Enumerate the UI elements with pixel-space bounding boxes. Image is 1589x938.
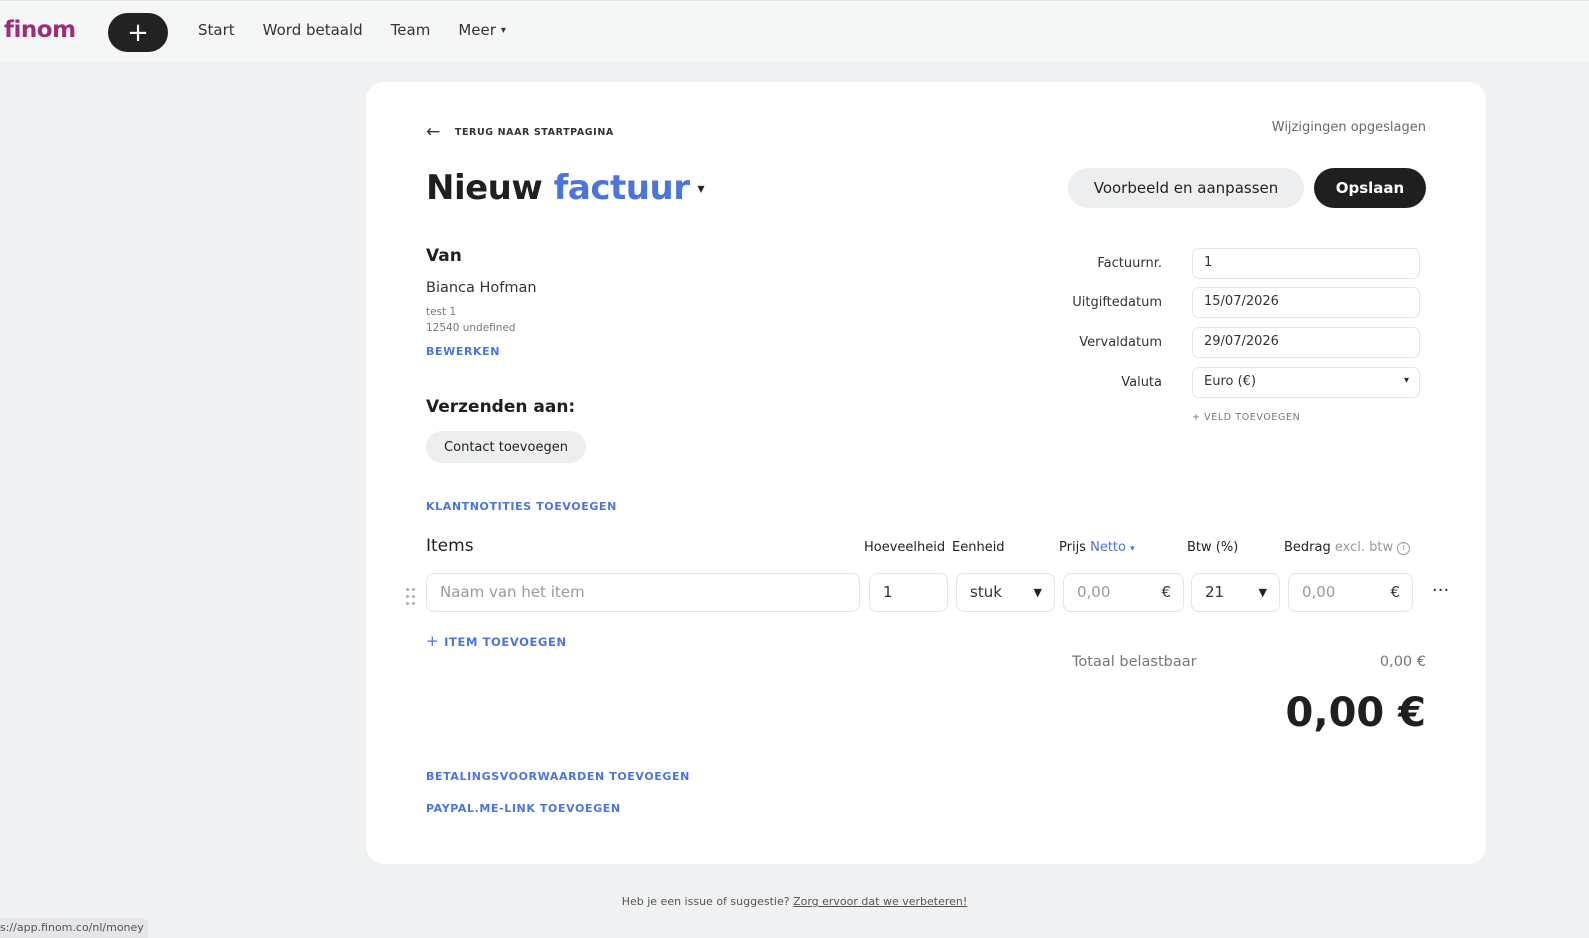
currency-value: Euro (€) bbox=[1204, 374, 1257, 389]
saved-status: Wijzigingen opgeslagen bbox=[1271, 120, 1426, 135]
nav-item-start[interactable]: Start bbox=[198, 21, 235, 39]
save-button[interactable]: Opslaan bbox=[1314, 168, 1426, 208]
taxable-total-label: Totaal belastbaar bbox=[1072, 654, 1197, 670]
nav-item-word-betaald[interactable]: Word betaald bbox=[263, 21, 363, 39]
quantity-column-header: Hoeveelheid bbox=[864, 540, 946, 555]
drag-handle-icon[interactable] bbox=[406, 588, 418, 608]
main-nav: Start Word betaald Team Meer ▾ bbox=[198, 21, 506, 39]
preview-edit-button[interactable]: Voorbeeld en aanpassen bbox=[1068, 168, 1304, 208]
currency-symbol: € bbox=[1161, 583, 1171, 601]
item-unit-select[interactable]: stuk ▼ bbox=[956, 573, 1055, 612]
amount-column-header: Bedrag excl. btw i bbox=[1284, 540, 1411, 555]
issue-date-input[interactable]: 15/07/2026 bbox=[1192, 287, 1420, 318]
arrow-left-icon: ← bbox=[426, 122, 441, 142]
item-quantity-input[interactable]: 1 bbox=[869, 573, 948, 612]
sender-address-line2: 12540 undefined bbox=[426, 322, 516, 334]
grand-total: 0,00 € bbox=[1285, 690, 1426, 736]
price-mode-label: Netto bbox=[1090, 540, 1126, 555]
feedback-footer: Heb je een issue of suggestie? Zorg ervo… bbox=[0, 895, 1589, 908]
create-new-button[interactable]: + bbox=[108, 13, 168, 52]
unit-column-header: Eenheid bbox=[952, 540, 1005, 555]
currency-label: Valuta bbox=[1121, 375, 1162, 390]
invoice-number-input[interactable]: 1 bbox=[1192, 248, 1420, 279]
chevron-down-icon[interactable]: ▾ bbox=[697, 181, 704, 197]
plus-icon: + bbox=[127, 17, 149, 48]
nav-item-meer-label: Meer bbox=[458, 21, 496, 39]
add-field-link[interactable]: + VELD TOEVOEGEN bbox=[1192, 412, 1300, 423]
finom-logo[interactable]: finom bbox=[4, 17, 76, 43]
chevron-down-icon: ▼ bbox=[1258, 586, 1267, 599]
price-mode-selector[interactable]: Netto ▾ bbox=[1090, 540, 1135, 555]
add-item-label: ITEM TOEVOEGEN bbox=[444, 635, 567, 649]
issue-date-label: Uitgiftedatum bbox=[1072, 295, 1162, 310]
due-date-label: Vervaldatum bbox=[1079, 335, 1162, 350]
items-heading: Items bbox=[426, 536, 474, 556]
amount-column-note: excl. btw bbox=[1334, 540, 1394, 555]
from-heading: Van bbox=[426, 246, 462, 266]
taxable-total-value: 0,00 € bbox=[1379, 654, 1426, 670]
info-icon[interactable]: i bbox=[1397, 542, 1411, 555]
chevron-down-icon: ▾ bbox=[1130, 544, 1135, 554]
add-payment-terms-link[interactable]: BETALINGSVOORWAARDEN TOEVOEGEN bbox=[426, 770, 690, 783]
nav-item-meer[interactable]: Meer ▾ bbox=[458, 21, 506, 39]
price-column-label: Prijs bbox=[1059, 540, 1086, 555]
document-type-selector[interactable]: factuur bbox=[554, 168, 690, 208]
sender-name: Bianca Hofman bbox=[426, 280, 537, 296]
sender-address-line1: test 1 bbox=[426, 306, 457, 318]
chevron-down-icon: ▼ bbox=[1033, 586, 1042, 599]
chevron-down-icon: ▾ bbox=[1403, 375, 1409, 386]
due-date-input[interactable]: 29/07/2026 bbox=[1192, 327, 1420, 358]
add-customer-notes-link[interactable]: KLANTNOTITIES TOEVOEGEN bbox=[426, 500, 617, 513]
amount-column-label: Bedrag bbox=[1284, 540, 1331, 555]
price-column-header: Prijs Netto ▾ bbox=[1059, 540, 1135, 555]
title-prefix: Nieuw bbox=[426, 168, 543, 208]
item-amount-field: 0,00 € bbox=[1288, 573, 1413, 612]
item-price-placeholder: 0,00 bbox=[1077, 583, 1111, 601]
invoice-card: ← TERUG NAAR STARTPAGINA Wijzigingen opg… bbox=[366, 82, 1486, 864]
invoice-number-label: Factuurnr. bbox=[1097, 256, 1162, 271]
item-unit-value: stuk bbox=[970, 583, 1002, 601]
item-price-input[interactable]: 0,00 € bbox=[1063, 573, 1184, 612]
add-paypal-link[interactable]: PAYPAL.ME-LINK TOEVOEGEN bbox=[426, 802, 621, 815]
item-vat-select[interactable]: 21 ▼ bbox=[1191, 573, 1280, 612]
feedback-text: Heb je een issue of suggestie? bbox=[621, 895, 790, 908]
edit-sender-link[interactable]: BEWERKEN bbox=[426, 345, 500, 358]
vat-column-header: Btw (%) bbox=[1187, 540, 1239, 555]
add-item-button[interactable]: + ITEM TOEVOEGEN bbox=[426, 632, 567, 650]
nav-item-team[interactable]: Team bbox=[391, 21, 431, 39]
feedback-link[interactable]: Zorg ervoor dat we verbeteren! bbox=[793, 895, 967, 908]
item-amount-placeholder: 0,00 bbox=[1302, 583, 1336, 601]
status-bar-url: s://app.finom.co/nl/money bbox=[0, 918, 148, 938]
page-title[interactable]: Nieuw factuur ▾ bbox=[426, 168, 704, 208]
more-options-icon[interactable]: ··· bbox=[1432, 580, 1449, 601]
currency-symbol: € bbox=[1390, 583, 1400, 601]
currency-select[interactable]: Euro (€) ▾ bbox=[1192, 367, 1420, 398]
item-name-input[interactable]: Naam van het item bbox=[426, 573, 860, 612]
back-link[interactable]: ← TERUG NAAR STARTPAGINA bbox=[426, 122, 614, 142]
add-contact-button[interactable]: Contact toevoegen bbox=[426, 431, 586, 463]
chevron-down-icon: ▾ bbox=[500, 25, 506, 36]
back-link-label: TERUG NAAR STARTPAGINA bbox=[454, 126, 614, 138]
top-bar: finom + Start Word betaald Team Meer ▾ bbox=[0, 0, 1589, 62]
send-to-heading: Verzenden aan: bbox=[426, 397, 576, 417]
item-vat-value: 21 bbox=[1205, 583, 1225, 601]
plus-icon: + bbox=[426, 632, 440, 650]
